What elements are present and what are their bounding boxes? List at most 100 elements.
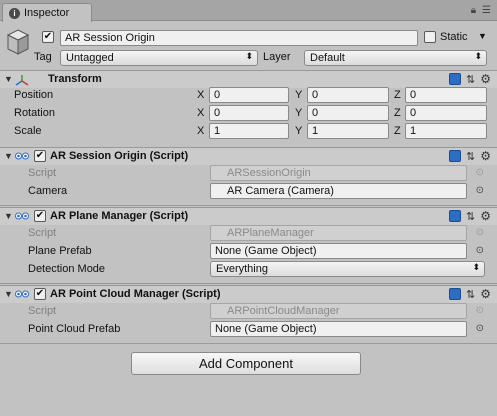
help-book-icon[interactable]: [449, 210, 462, 222]
camera-field[interactable]: AR Camera (Camera): [210, 183, 467, 199]
component-enabled-checkbox[interactable]: [34, 288, 46, 300]
script-field: ARSessionOrigin: [210, 165, 467, 181]
scale-x-field[interactable]: 1: [209, 123, 289, 139]
fold-arrow-icon[interactable]: ▼: [4, 151, 13, 161]
axis-y-label[interactable]: Y: [295, 89, 302, 101]
camera-label: Camera: [28, 185, 68, 197]
layer-label: Layer: [263, 51, 291, 63]
detection-mode-value: Everything: [216, 263, 268, 275]
component-controls: ⇅ ⚙: [449, 287, 491, 301]
rotation-x-field[interactable]: 0: [209, 105, 289, 121]
script-value: ARSessionOrigin: [227, 167, 311, 179]
axis-z-label[interactable]: Z: [394, 107, 401, 119]
point-cloud-prefab-label: Point Cloud Prefab: [28, 323, 121, 335]
detection-mode-dropdown[interactable]: Everything ⬍: [210, 261, 485, 277]
component-controls: ⇅ ⚙: [449, 149, 491, 163]
object-picker-icon[interactable]: ⊙: [476, 323, 484, 334]
plane-prefab-label: Plane Prefab: [28, 245, 92, 257]
lock-icon[interactable]: 🔒︎: [471, 5, 476, 16]
help-book-icon[interactable]: [449, 150, 462, 162]
gear-icon[interactable]: ⚙: [480, 209, 491, 223]
row-label: Rotation: [14, 107, 55, 119]
active-checkbox[interactable]: [42, 31, 54, 43]
add-component-button[interactable]: Add Component: [131, 352, 361, 375]
info-icon: i: [9, 7, 20, 19]
object-name-field[interactable]: AR Session Origin: [60, 30, 418, 46]
row-label: Scale: [14, 125, 42, 137]
rotation-y-field[interactable]: 0: [307, 105, 389, 121]
script-value: ARPlaneManager: [227, 227, 314, 239]
object-picker-icon: ⊙: [475, 167, 484, 178]
tag-label: Tag: [34, 51, 52, 63]
divider: [0, 283, 497, 284]
position-x-field[interactable]: 0: [209, 87, 289, 103]
component-header[interactable]: ▼ AR Point Cloud Manager (Script) ⇅ ⚙: [0, 285, 497, 303]
object-picker-icon[interactable]: ⊙: [476, 185, 484, 196]
object-picker-icon: ⊙: [475, 227, 484, 238]
component-controls: ⇅ ⚙: [449, 209, 491, 223]
layer-dropdown[interactable]: Default ⬍: [304, 50, 487, 66]
fold-arrow-icon[interactable]: ▼: [4, 74, 13, 84]
script-label: Script: [28, 305, 57, 317]
static-label: Static: [440, 31, 468, 43]
axis-x-label[interactable]: X: [197, 125, 204, 137]
gear-icon[interactable]: ⚙: [480, 287, 491, 301]
axis-z-label[interactable]: Z: [394, 89, 401, 101]
rotation-z-field[interactable]: 0: [405, 105, 487, 121]
gear-icon[interactable]: ⚙: [480, 149, 491, 163]
divider: [0, 343, 497, 344]
point-cloud-prefab-field[interactable]: None (Game Object): [210, 321, 467, 337]
preset-icon[interactable]: ⇅: [466, 288, 475, 301]
component-enabled-checkbox[interactable]: [34, 210, 46, 222]
chevron-down-icon: ⬍: [245, 51, 253, 61]
axis-x-label[interactable]: X: [197, 89, 204, 101]
axis-z-label[interactable]: Z: [394, 125, 401, 137]
axis-x-label[interactable]: X: [197, 107, 204, 119]
tag-dropdown[interactable]: Untagged ⬍: [60, 50, 258, 66]
preset-icon[interactable]: ⇅: [466, 150, 475, 163]
fold-arrow-icon[interactable]: ▼: [4, 289, 13, 299]
preset-icon[interactable]: ⇅: [466, 210, 475, 223]
tab-inspector[interactable]: i Inspector: [2, 3, 92, 22]
object-picker-icon[interactable]: ⊙: [476, 245, 484, 256]
transform-controls: ⇅ ⚙: [449, 72, 491, 86]
object-picker-icon: ⊙: [475, 305, 484, 316]
transform-header[interactable]: ▼ Transform ⇅ ⚙: [0, 70, 497, 88]
axis-y-label[interactable]: Y: [295, 107, 302, 119]
divider: [0, 205, 497, 206]
row-label: Position: [14, 89, 54, 101]
object-header: AR Session Origin Static ▼ Tag Untagged …: [0, 22, 497, 70]
static-dropdown-icon[interactable]: ▼: [478, 31, 487, 41]
gear-icon[interactable]: ⚙: [480, 72, 491, 86]
scale-z-field[interactable]: 1: [405, 123, 487, 139]
component-title: AR Session Origin (Script): [50, 150, 189, 162]
help-book-icon[interactable]: [449, 73, 462, 85]
axis-y-label[interactable]: Y: [295, 125, 302, 137]
transform-axes-icon: [15, 75, 29, 86]
chevron-down-icon: ⬍: [474, 51, 482, 61]
tab-label: Inspector: [24, 7, 70, 19]
script-field: ARPointCloudManager: [210, 303, 467, 319]
position-y-field[interactable]: 0: [307, 87, 389, 103]
help-book-icon[interactable]: [449, 288, 462, 300]
tab-bar: i Inspector 🔒︎ ☰: [0, 0, 497, 22]
position-z-field[interactable]: 0: [405, 87, 487, 103]
script-field: ARPlaneManager: [210, 225, 467, 241]
cube-icon: [6, 29, 30, 55]
fold-arrow-icon[interactable]: ▼: [4, 211, 13, 221]
static-checkbox[interactable]: [424, 31, 436, 43]
script-icon: [15, 212, 29, 220]
component-title: AR Point Cloud Manager (Script): [50, 288, 221, 300]
script-label: Script: [28, 167, 57, 179]
menu-icon[interactable]: ☰: [482, 5, 491, 16]
component-header[interactable]: ▼ AR Plane Manager (Script) ⇅ ⚙: [0, 207, 497, 225]
preset-icon[interactable]: ⇅: [466, 73, 475, 86]
layer-value: Default: [310, 52, 345, 64]
component-header[interactable]: ▼ AR Session Origin (Script) ⇅ ⚙: [0, 147, 497, 165]
script-icon: [15, 152, 29, 160]
detection-mode-label: Detection Mode: [28, 263, 106, 275]
component-enabled-checkbox[interactable]: [34, 150, 46, 162]
scale-y-field[interactable]: 1: [307, 123, 389, 139]
plane-prefab-field[interactable]: None (Game Object): [210, 243, 467, 259]
component-title: AR Plane Manager (Script): [50, 210, 189, 222]
